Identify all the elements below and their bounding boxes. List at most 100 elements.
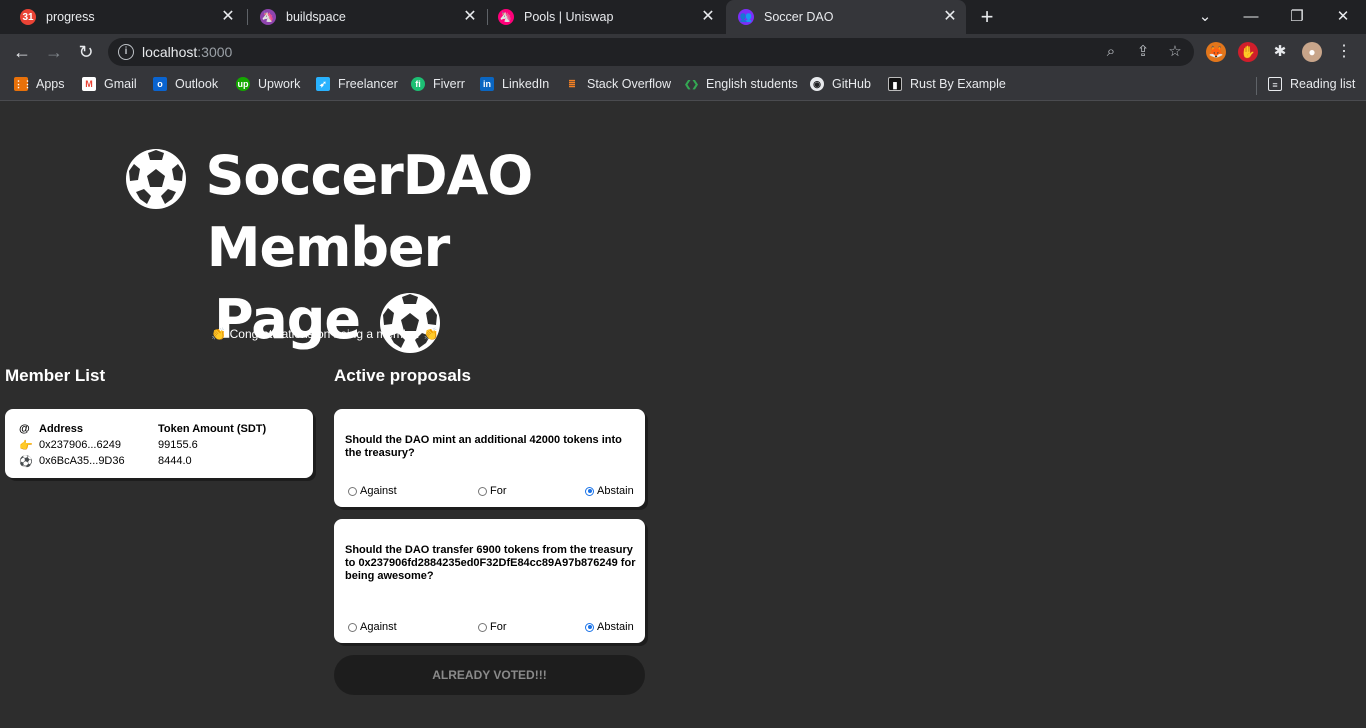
reading-list[interactable]: ≡ Reading list: [1268, 77, 1355, 91]
table-row: 👉 0x237906...6249 99155.6: [19, 437, 288, 453]
tab-title: buildspace: [286, 10, 346, 24]
member-table: @ Address Token Amount (SDT) 👉 0x237906.…: [19, 421, 288, 469]
profile-avatar[interactable]: ●: [1302, 42, 1322, 62]
browser-toolbar: ← → ↻ i localhost:3000 ⌕ ⇪ ☆ 🦊 ✋ ✱ ● ⋮: [0, 34, 1366, 70]
proposal-text: Should the DAO mint an additional 42000 …: [345, 434, 622, 459]
bookmark-freelancer[interactable]: ➶ Freelancer: [316, 77, 398, 91]
bookmark-gmail[interactable]: M Gmail: [82, 77, 137, 91]
tab-strip: 31 progress ✕ 🦄 buildspace ✕ 🦄 Pools | U…: [0, 0, 1366, 34]
table-header: @ Address Token Amount (SDT): [19, 421, 288, 437]
proposal-card: Should the DAO mint an additional 42000 …: [334, 409, 645, 507]
vote-against[interactable]: Against: [348, 621, 397, 633]
uniswap-icon: 🦄: [498, 9, 514, 25]
outlook-icon: o: [153, 77, 167, 91]
bookmark-outlook[interactable]: o Outlook: [153, 77, 218, 91]
buildspace-unicorn-icon: 🦄: [260, 9, 276, 25]
page-content: SoccerDAO Member Page 👏 Congratulations …: [0, 102, 1366, 728]
member-amount: 8444.0: [158, 455, 192, 467]
vote-abstain[interactable]: Abstain: [585, 621, 634, 633]
proposals-title: Active proposals: [334, 366, 471, 385]
radio-for[interactable]: [478, 486, 487, 496]
address-header: Address: [39, 423, 84, 435]
apps-grid-icon: ⋮⋮: [14, 77, 32, 91]
member-address: 0x237906...6249: [39, 439, 121, 451]
github-icon: ◉: [810, 77, 824, 91]
site-info-icon[interactable]: i: [118, 44, 134, 60]
share-icon[interactable]: ⇪: [1134, 43, 1152, 61]
bookmark-english-students[interactable]: ❮❯ English students: [684, 77, 798, 91]
close-icon[interactable]: ✕: [220, 9, 236, 25]
bookmark-github[interactable]: ◉ GitHub: [810, 77, 871, 91]
bookmark-star-icon[interactable]: ☆: [1166, 43, 1184, 61]
soccer-dao-icon: 👥: [738, 9, 754, 25]
minimize-button[interactable]: —: [1239, 5, 1263, 29]
page-title: SoccerDAO Member Page: [0, 140, 656, 356]
stackoverflow-icon: ≣: [568, 79, 576, 89]
radio-against[interactable]: [348, 622, 357, 632]
close-icon[interactable]: ✕: [700, 9, 716, 25]
bookmark-linkedin[interactable]: in LinkedIn: [480, 77, 549, 91]
vote-for[interactable]: For: [478, 485, 507, 497]
vote-abstain[interactable]: Abstain: [585, 485, 634, 497]
restore-button[interactable]: ❐: [1285, 5, 1309, 29]
at-icon: @: [19, 423, 30, 435]
radio-against[interactable]: [348, 486, 357, 496]
bookmarks-bar: ⋮⋮ Apps M Gmail o Outlook up Upwork ➶ Freelan…: [0, 70, 1366, 101]
already-voted-button[interactable]: ALREADY VOTED!!!: [334, 655, 645, 695]
vote-against[interactable]: Against: [348, 485, 397, 497]
congrats-message: 👏 Congratulations on being a member 👏: [211, 327, 439, 341]
bookmark-stackoverflow[interactable]: ≣ Stack Overflow: [565, 77, 671, 91]
member-list-card: @ Address Token Amount (SDT) 👉 0x237906.…: [5, 409, 313, 478]
tab-title: Pools | Uniswap: [524, 10, 614, 24]
tab-buildspace[interactable]: 🦄 buildspace ✕: [248, 0, 486, 34]
member-address: 0x6BcA35...9D36: [39, 455, 125, 467]
radio-for[interactable]: [478, 622, 487, 632]
soccer-ball-icon: [379, 293, 440, 354]
member-amount: 99155.6: [158, 439, 198, 451]
extensions-icon[interactable]: ✱: [1270, 42, 1290, 62]
proposal-card: Should the DAO transfer 6900 tokens from…: [334, 519, 645, 643]
linkedin-icon: in: [480, 77, 494, 91]
bookmark-apps[interactable]: ⋮⋮ Apps: [14, 77, 65, 91]
zoom-icon[interactable]: ⌕: [1102, 43, 1120, 61]
amount-header: Token Amount (SDT): [158, 423, 267, 435]
close-window-button[interactable]: ✕: [1331, 5, 1355, 29]
upwork-icon: up: [236, 77, 250, 91]
url-text[interactable]: localhost:3000: [142, 44, 232, 60]
tab-progress[interactable]: 31 progress ✕: [8, 0, 244, 34]
freelancer-icon: ➶: [316, 77, 330, 91]
reload-icon[interactable]: ↻: [74, 40, 98, 64]
bookmark-rust-by-example[interactable]: ▮ Rust By Example: [888, 77, 1006, 91]
vote-for[interactable]: For: [478, 621, 507, 633]
close-icon[interactable]: ✕: [462, 9, 478, 25]
tab-uniswap[interactable]: 🦄 Pools | Uniswap ✕: [488, 0, 724, 34]
proposal-text: Should the DAO transfer 6900 tokens from…: [345, 544, 636, 582]
address-bar[interactable]: i localhost:3000 ⌕ ⇪ ☆: [108, 38, 1194, 66]
table-row: ⚽ 0x6BcA35...9D36 8444.0: [19, 453, 288, 469]
book-icon: ▮: [888, 77, 902, 91]
back-icon[interactable]: ←: [10, 40, 34, 64]
member-list-title: Member List: [5, 366, 106, 385]
bookmark-fiverr[interactable]: fi Fiverr: [411, 77, 465, 91]
fiverr-icon: fi: [411, 77, 425, 91]
wallet-emoji-icon: 👉: [19, 439, 33, 452]
soccer-ball-icon: [125, 149, 186, 210]
new-tab-button[interactable]: +: [976, 6, 998, 28]
tab-title: Soccer DAO: [764, 10, 834, 24]
tab-soccer-dao[interactable]: 👥 Soccer DAO ✕: [726, 0, 966, 34]
tab-title: progress: [46, 10, 95, 24]
radio-abstain[interactable]: [585, 486, 594, 496]
adblock-icon[interactable]: ✋: [1238, 42, 1258, 62]
reading-list-icon: ≡: [1268, 77, 1282, 91]
radio-abstain[interactable]: [585, 622, 594, 632]
forward-icon[interactable]: →: [42, 40, 66, 64]
metamask-icon[interactable]: 🦊: [1206, 42, 1226, 62]
gmail-icon: M: [82, 77, 96, 91]
close-icon[interactable]: ✕: [942, 9, 958, 25]
english-students-icon: ❮❯: [684, 79, 700, 89]
tab-search-icon[interactable]: ⌄: [1193, 5, 1217, 29]
soccer-ball-icon: ⚽: [19, 455, 33, 468]
menu-icon[interactable]: ⋮: [1334, 42, 1354, 62]
bookmark-upwork[interactable]: up Upwork: [236, 77, 300, 91]
google-calendar-icon: 31: [20, 9, 36, 25]
